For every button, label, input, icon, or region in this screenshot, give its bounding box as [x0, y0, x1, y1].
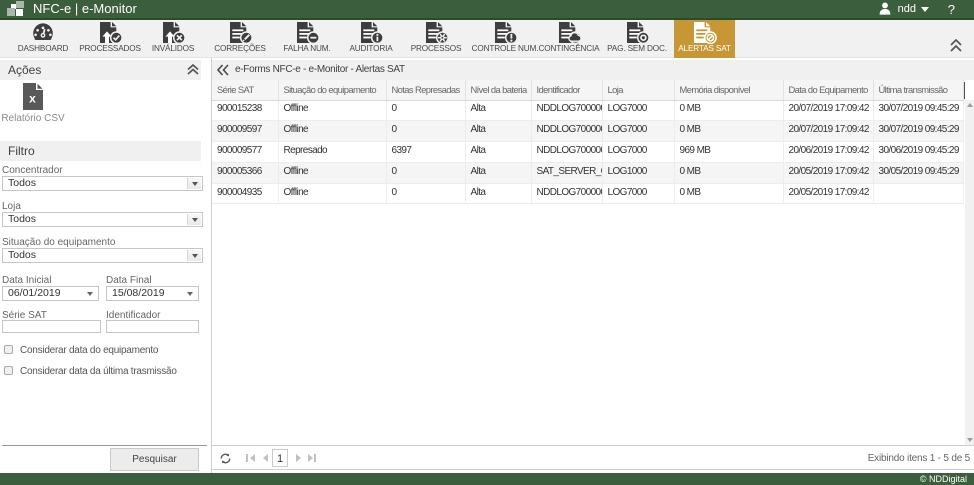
- svg-text:x: x: [29, 92, 36, 106]
